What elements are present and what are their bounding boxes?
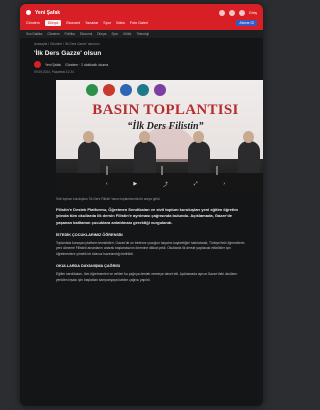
- main-nav: Gündem Dünya Ekonomi Yazarlar Spor Video…: [26, 19, 257, 27]
- speaker-head: [243, 131, 254, 143]
- subnav-item[interactable]: Dünya: [97, 32, 106, 36]
- speaker-head: [193, 131, 204, 143]
- breadcrumb[interactable]: Anasayfa / Gündem / 'İlk Ders Gazze' otu…: [20, 38, 263, 46]
- site-header: Yeni Şafak Giriş Gündem Dünya Ekonomi Ya…: [20, 4, 263, 30]
- speaker: [134, 141, 156, 175]
- browser-window: Yeni Şafak Giriş Gündem Dünya Ekonomi Ya…: [20, 4, 263, 406]
- organizer-logo-icon: [120, 84, 132, 96]
- subnav-item[interactable]: Kültür: [123, 32, 131, 36]
- author-name[interactable]: Yeni Şafak: [45, 63, 61, 67]
- play-icon[interactable]: ▶: [133, 181, 137, 188]
- subnav-item[interactable]: Spor: [111, 32, 118, 36]
- organizer-logo-icon: [154, 84, 166, 96]
- nav-item[interactable]: Gündem: [26, 21, 40, 25]
- byline: Yeni Şafak Gündem · 2 dakikalık okuma: [20, 57, 263, 68]
- search-icon[interactable]: [218, 9, 225, 16]
- subnav-item[interactable]: Son Dakika: [26, 32, 42, 36]
- subnav-item[interactable]: Gündem: [47, 32, 59, 36]
- organizer-logos: [86, 84, 166, 96]
- sub-nav: Son Dakika Gündem Politika Ekonomi Dünya…: [20, 30, 263, 38]
- nav-item-active[interactable]: Dünya: [44, 20, 62, 26]
- article-paragraph: Toplantıda konuşan platform temsilcileri…: [56, 240, 245, 256]
- article-body: Filistin'e Destek Platformu, Öğretmen Se…: [20, 201, 263, 283]
- next-icon[interactable]: ›: [223, 181, 225, 188]
- speaker-head: [139, 131, 150, 143]
- scroll-fade: [20, 392, 263, 406]
- article-photo[interactable]: BASIN TOPLANTISI “İlk Ders Filistin” ‹ ▶…: [56, 80, 263, 193]
- nav-item[interactable]: Video: [116, 21, 125, 25]
- banner-title: BASIN TOPLANTISI: [92, 102, 239, 118]
- subnav-item[interactable]: Teknoloji: [137, 32, 149, 36]
- section-heading: OKULLARDA DAYANIŞMA ÇAĞRISI: [56, 264, 120, 269]
- subscribe-button[interactable]: Abone Ol: [236, 20, 257, 26]
- zoom-icon[interactable]: ⤢: [194, 181, 198, 188]
- subnav-item[interactable]: Ekonomi: [80, 32, 92, 36]
- speaker: [188, 141, 210, 175]
- site-logo-icon[interactable]: [26, 10, 31, 15]
- organizer-logo-icon: [103, 84, 115, 96]
- article-lead: Filistin'e Destek Platformu, Öğretmen Se…: [56, 207, 238, 225]
- microphone-icon: [161, 166, 163, 175]
- speaker: [238, 141, 260, 175]
- speaker: [78, 141, 100, 175]
- weather-icon[interactable]: [228, 9, 235, 16]
- organizer-logo-icon: [86, 84, 98, 96]
- photo-caption: Sivil toplum kuruluşları 'İlk Ders Filis…: [56, 197, 161, 201]
- microphone-icon: [106, 166, 108, 175]
- nav-item[interactable]: Yazarlar: [85, 21, 98, 25]
- prev-icon[interactable]: ‹: [106, 181, 108, 188]
- subnav-item[interactable]: Politika: [65, 32, 75, 36]
- article-date: 09.09.2024, Pazartesi 10:24: [34, 70, 74, 74]
- article-title: 'İlk Ders Gazze' olsun: [34, 50, 102, 57]
- speaker-head: [83, 131, 94, 143]
- gallery-controls: ‹ ▶ ⤴ ⤢ ›: [106, 181, 225, 188]
- section-heading: İSTEDİK ÇOCUKLARIMIZ ÖĞRENSİN: [56, 232, 123, 237]
- microphone-icon: [216, 166, 218, 175]
- organizer-logo-icon: [137, 84, 149, 96]
- sign-in-link[interactable]: Giriş: [249, 10, 257, 15]
- site-logo[interactable]: Yeni Şafak: [35, 10, 60, 16]
- nav-item[interactable]: Ekonomi: [66, 21, 80, 25]
- byline-meta: Gündem · 2 dakikalık okuma: [65, 62, 109, 67]
- nav-item[interactable]: Foto Galeri: [130, 21, 148, 25]
- author-avatar[interactable]: [34, 61, 41, 68]
- article-paragraph: Eğitim sendikaları, tüm öğretmenleri ve …: [56, 272, 238, 282]
- nav-item[interactable]: Spor: [103, 21, 111, 25]
- share-icon[interactable]: ⤴: [163, 181, 168, 188]
- user-icon[interactable]: [238, 9, 245, 16]
